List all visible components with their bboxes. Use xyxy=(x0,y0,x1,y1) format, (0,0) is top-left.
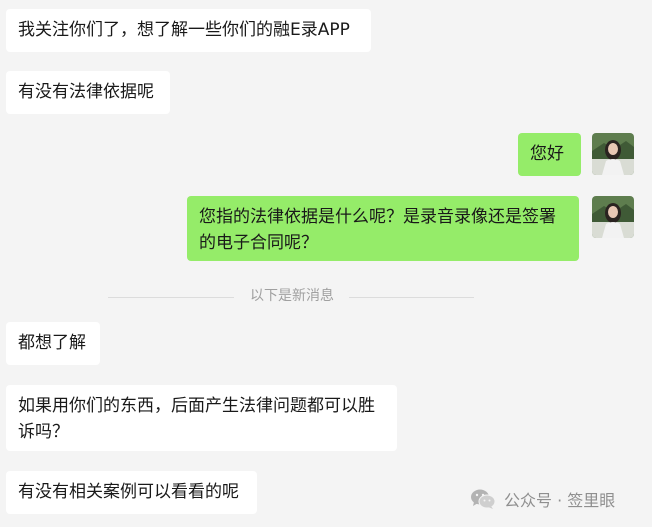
message-bubble-outgoing[interactable]: 您指的法律依据是什么呢？是录音录像还是签署的电子合同呢？ xyxy=(187,196,579,261)
message-bubble-incoming[interactable]: 我关注你们了，想了解一些你们的融E录APP xyxy=(6,9,371,52)
watermark: 公众号 · 签里眼 xyxy=(470,484,615,514)
message-bubble-outgoing[interactable]: 您好 xyxy=(518,133,581,176)
chat-window: 我关注你们了，想了解一些你们的融E录APP 有没有法律依据呢 您好 您指的法律依… xyxy=(0,0,652,527)
message-bubble-incoming[interactable]: 有没有相关案例可以看看的呢 xyxy=(6,471,257,514)
watermark-text: 公众号 · 签里眼 xyxy=(504,491,616,510)
wechat-icon xyxy=(470,488,496,510)
new-messages-divider: 以下是新消息 xyxy=(250,288,334,304)
message-bubble-incoming[interactable]: 如果用你们的东西，后面产生法律问题都可以胜诉吗？ xyxy=(6,385,397,451)
avatar[interactable] xyxy=(592,196,634,238)
divider-line xyxy=(349,297,474,298)
divider-line xyxy=(108,297,234,298)
avatar[interactable] xyxy=(592,133,634,175)
message-bubble-incoming[interactable]: 有没有法律依据呢 xyxy=(6,71,170,114)
message-bubble-incoming[interactable]: 都想了解 xyxy=(6,322,100,365)
